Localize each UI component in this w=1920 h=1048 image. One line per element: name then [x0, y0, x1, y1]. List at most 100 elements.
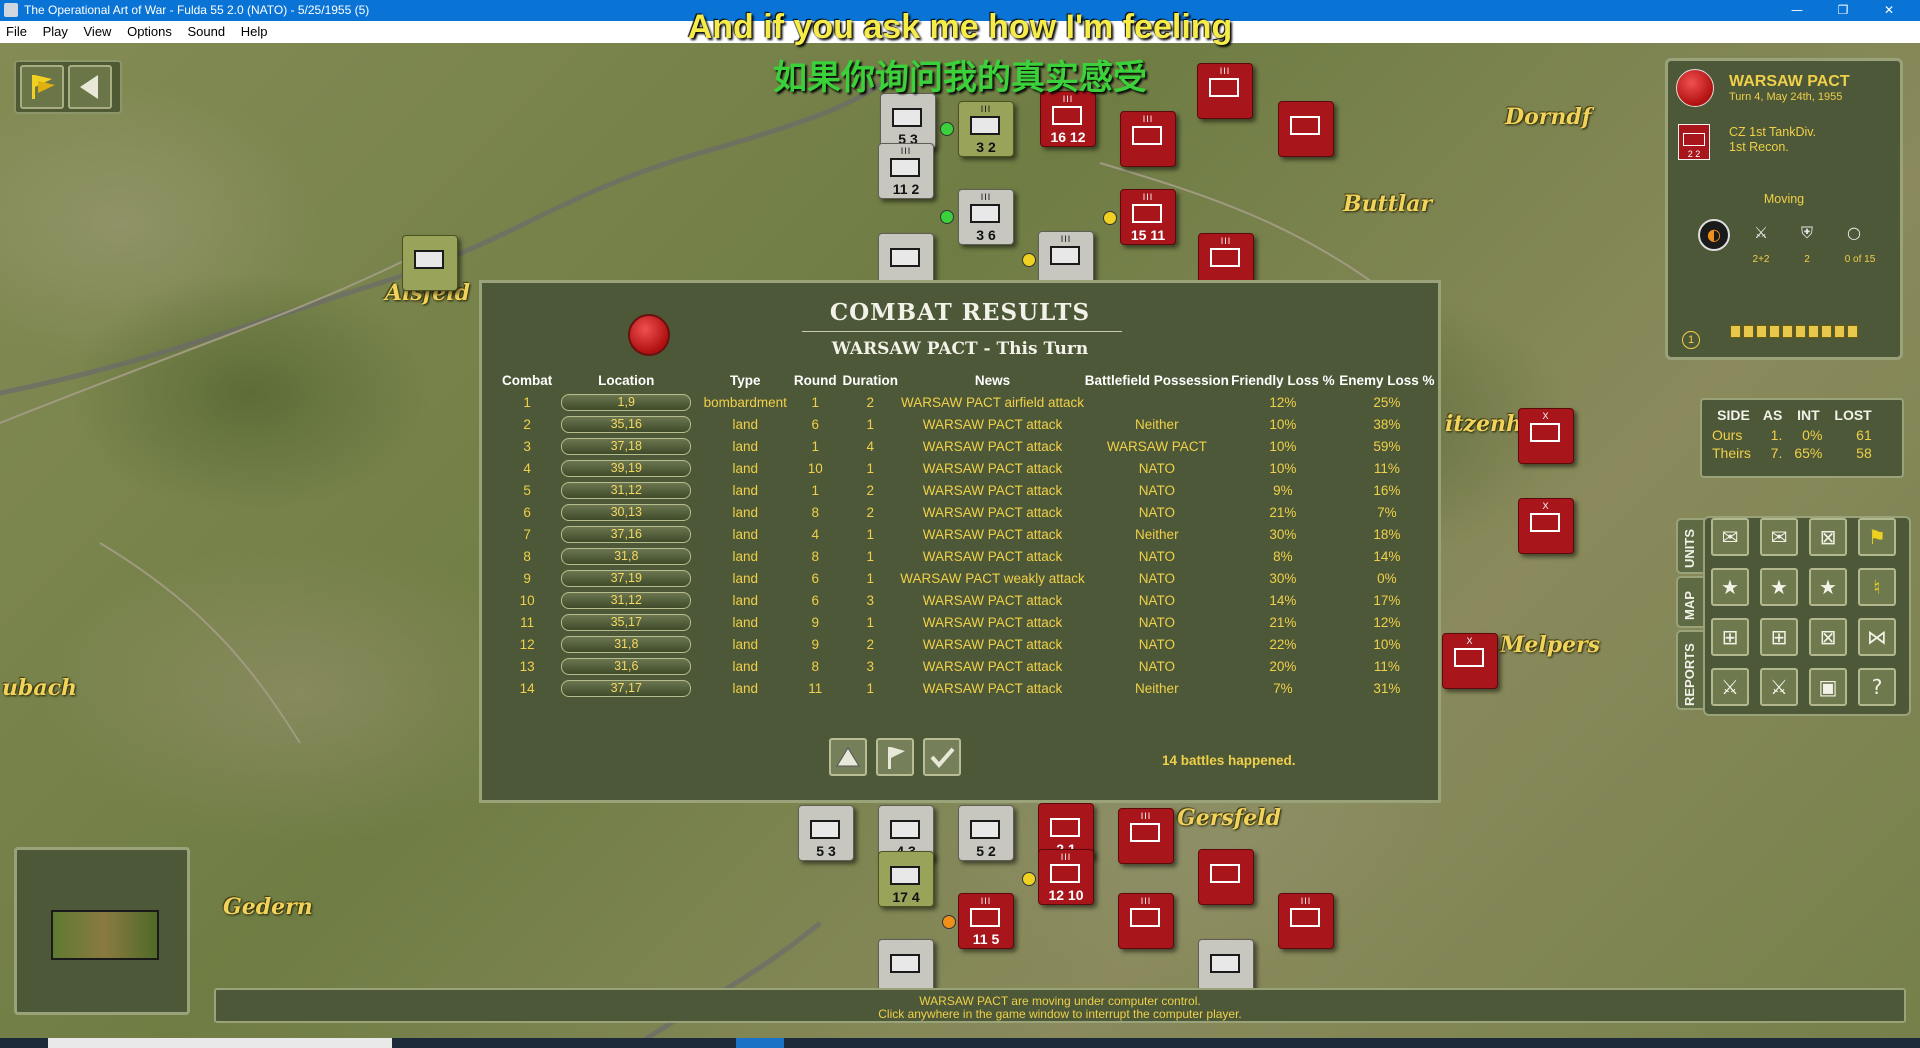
tool-button[interactable]: ⊞ — [1711, 618, 1749, 656]
unit-counter[interactable]: 5 3 — [880, 93, 936, 149]
table-row[interactable]: 14 37,17 land 11 1 WARSAW PACT attack Neither 7… — [502, 677, 1437, 699]
cell-friendly-loss: 10% — [1269, 460, 1297, 476]
flag-report-button[interactable] — [876, 738, 914, 776]
tool-button[interactable]: ★ — [1711, 568, 1749, 606]
cell-location: 35,17 — [552, 611, 700, 633]
location-button[interactable]: 39,19 — [561, 459, 692, 477]
table-row[interactable]: 4 39,19 land 10 1 WARSAW PACT attack NATO 10% 11… — [502, 457, 1437, 479]
unit-counter[interactable]: 17 4 — [878, 851, 934, 907]
unit-counter[interactable]: III — [1118, 893, 1174, 949]
location-button[interactable]: 31,12 — [561, 591, 692, 609]
unit-counter[interactable]: III 16 12 — [1040, 91, 1096, 147]
minimap[interactable] — [14, 847, 190, 1015]
location-button[interactable]: 35,16 — [561, 415, 692, 433]
location-button[interactable]: 31,6 — [561, 657, 692, 675]
location-button[interactable]: 1,9 — [561, 393, 692, 411]
side-stats-panel: SIDE AS INT LOST Ours 1. 0% 61 Theirs 7.… — [1700, 398, 1904, 478]
col-duration: Duration — [842, 372, 899, 388]
location-button[interactable]: 31,8 — [561, 547, 692, 565]
table-row[interactable]: 1 1,9 bombardment 1 2 WARSAW PACT airfield at… — [502, 391, 1437, 413]
cell-friendly-loss: 14% — [1269, 592, 1297, 608]
table-row[interactable]: 5 31,12 land 1 2 WARSAW PACT attack NATO 9% 16% — [502, 479, 1437, 501]
back-button[interactable] — [68, 65, 112, 109]
tool-button[interactable]: ★ — [1760, 568, 1798, 606]
location-button[interactable]: 35,17 — [561, 613, 692, 631]
unit-counter[interactable]: III — [1118, 808, 1174, 864]
flag-button[interactable] — [20, 65, 64, 109]
tool-button[interactable]: ⚔ — [1711, 668, 1749, 706]
table-row[interactable]: 2 35,16 land 6 1 WARSAW PACT attack Neither 10%… — [502, 413, 1437, 435]
cell-friendly-loss: 12% — [1269, 394, 1297, 410]
cell-location: 37,18 — [552, 435, 700, 457]
location-button[interactable]: 31,8 — [561, 635, 692, 653]
unit-counter[interactable]: III 11 2 — [878, 143, 934, 199]
cell-type: land — [732, 570, 759, 586]
table-row[interactable]: 13 31,6 land 8 3 WARSAW PACT attack NATO 20% 11% — [502, 655, 1437, 677]
selected-unit-icon[interactable]: 2 2 — [1678, 124, 1710, 160]
table-row[interactable]: 11 35,17 land 9 1 WARSAW PACT attack NATO 21% 12… — [502, 611, 1437, 633]
table-row[interactable]: 3 37,18 land 1 4 WARSAW PACT attack WARSAW PAC… — [502, 435, 1437, 457]
unit-counter[interactable]: III 15 11 — [1120, 189, 1176, 245]
table-row[interactable]: 8 31,8 land 8 1 WARSAW PACT attack NATO 8% 14% — [502, 545, 1437, 567]
tool-button[interactable]: ♮ — [1858, 568, 1896, 606]
location-button[interactable]: 31,12 — [561, 481, 692, 499]
cell-duration: 2 — [866, 636, 874, 652]
location-button[interactable]: 30,13 — [561, 503, 692, 521]
table-row[interactable]: 6 30,13 land 8 2 WARSAW PACT attack NATO 21% 7% — [502, 501, 1437, 523]
tool-button[interactable]: ▣ — [1809, 668, 1847, 706]
cell-combat: 5 — [523, 482, 531, 498]
tab-units[interactable]: UNITS — [1676, 518, 1706, 574]
tool-button[interactable]: ⋈ — [1858, 618, 1896, 656]
tool-button[interactable]: ⊠ — [1809, 518, 1847, 556]
tool-button[interactable]: ⊞ — [1760, 618, 1798, 656]
minimap-viewport[interactable] — [51, 910, 159, 960]
unit-counter[interactable] — [878, 939, 934, 995]
unit-counter[interactable] — [1198, 939, 1254, 995]
tool-button[interactable]: ★ — [1809, 568, 1847, 606]
checkmark-icon — [930, 747, 955, 769]
town-label: Melpers — [1500, 632, 1601, 658]
tool-button[interactable]: ⚔ — [1760, 668, 1798, 706]
unit-counter[interactable]: 5 2 — [958, 805, 1014, 861]
tool-button[interactable]: ✉ — [1760, 518, 1798, 556]
col-news: News — [974, 372, 1011, 388]
cell-news: WARSAW PACT attack — [922, 680, 1063, 696]
scroll-up-button[interactable] — [829, 738, 867, 776]
ok-button[interactable] — [923, 738, 961, 776]
unit-counter[interactable]: 5 3 — [798, 805, 854, 861]
tool-button[interactable]: ✉ — [1711, 518, 1749, 556]
unit-counter[interactable]: X — [1518, 498, 1574, 554]
cell-combat: 8 — [523, 548, 531, 564]
tool-button[interactable]: ⚑ — [1858, 518, 1896, 556]
cell-type: land — [732, 416, 759, 432]
tab-reports[interactable]: REPORTS — [1676, 630, 1706, 710]
location-button[interactable]: 37,16 — [561, 525, 692, 543]
table-row[interactable]: 12 31,8 land 9 2 WARSAW PACT attack NATO 22% 10% — [502, 633, 1437, 655]
dialog-subtitle: WARSAW PACT - This Turn — [831, 339, 1089, 359]
location-button[interactable]: 37,17 — [561, 679, 692, 697]
cell-duration: 3 — [866, 658, 874, 674]
unit-counter[interactable]: III 3 6 — [958, 189, 1014, 245]
unit-counter[interactable] — [402, 235, 458, 291]
unit-counter[interactable]: III 3 2 — [958, 101, 1014, 157]
cell-type: land — [732, 548, 759, 564]
location-button[interactable]: 37,18 — [561, 437, 692, 455]
unit-counter[interactable]: X — [1442, 633, 1498, 689]
tab-map[interactable]: MAP — [1676, 576, 1706, 628]
unit-counter[interactable]: III — [1120, 111, 1176, 167]
help-button[interactable]: ? — [1858, 668, 1896, 706]
unit-counter[interactable]: III — [1278, 893, 1334, 949]
unit-counter[interactable]: III 11 5 — [958, 893, 1014, 949]
unit-counter[interactable]: X — [1518, 408, 1574, 464]
table-row[interactable]: 9 37,19 land 6 1 WARSAW PACT weakly attack NAT… — [502, 567, 1437, 589]
cell-round: 6 — [811, 570, 819, 586]
location-button[interactable]: 37,19 — [561, 569, 692, 587]
table-row[interactable]: 10 31,12 land 6 3 WARSAW PACT attack NATO 14% 17… — [502, 589, 1437, 611]
unit-counter[interactable]: III 12 10 — [1038, 849, 1094, 905]
col-round: Round — [793, 372, 837, 388]
unit-counter[interactable] — [1278, 101, 1334, 157]
tool-button[interactable]: ⊠ — [1809, 618, 1847, 656]
unit-counter[interactable]: III — [1038, 231, 1094, 287]
table-row[interactable]: 7 37,16 land 4 1 WARSAW PACT attack Neither 30%… — [502, 523, 1437, 545]
unit-counter[interactable] — [1198, 849, 1254, 905]
